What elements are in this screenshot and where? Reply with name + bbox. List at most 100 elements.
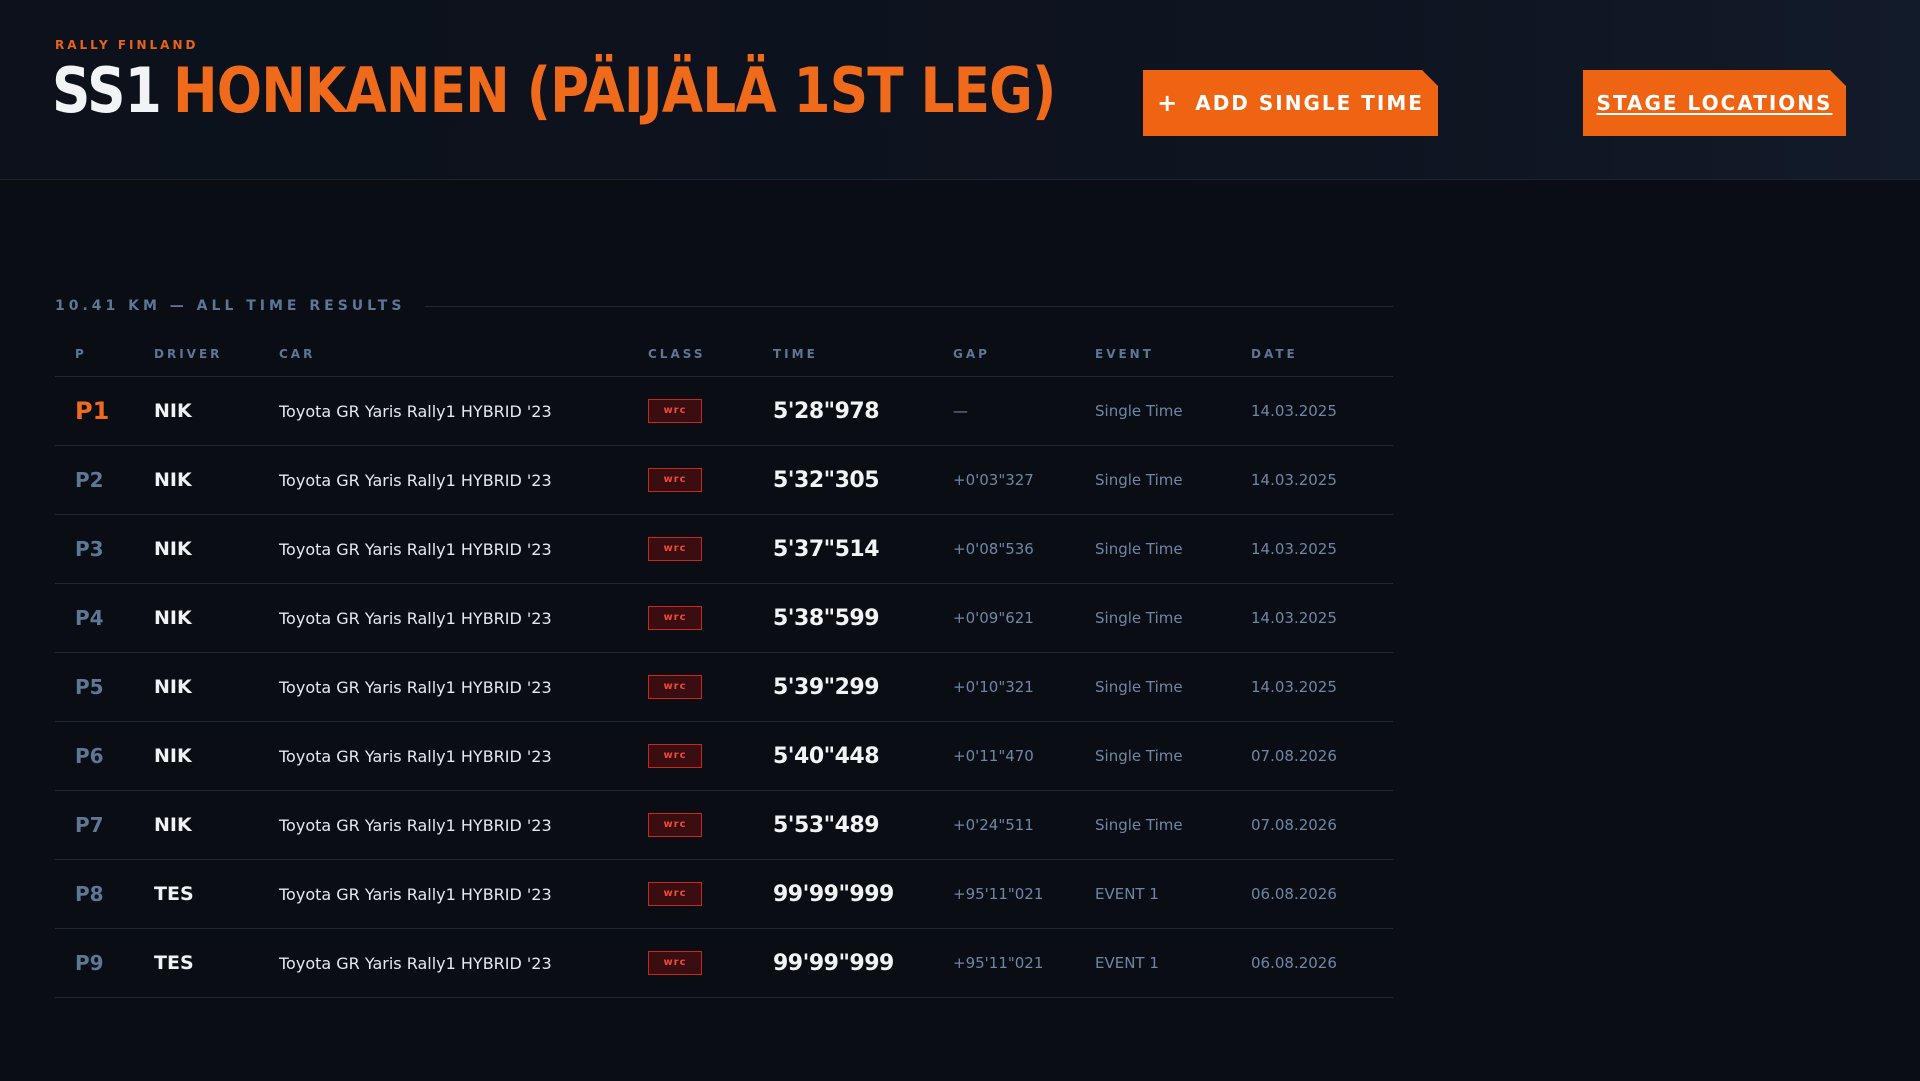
column-header-car: CAR	[279, 347, 316, 361]
date-cell: 06.08.2026	[1251, 885, 1337, 903]
class-cell: wrc	[648, 377, 702, 445]
class-cell: wrc	[648, 653, 702, 721]
car-cell: Toyota GR Yaris Rally1 HYBRID '23	[279, 746, 552, 766]
class-badge: wrc	[648, 951, 702, 975]
car-cell: Toyota GR Yaris Rally1 HYBRID '23	[279, 815, 552, 835]
table-row[interactable]: P7 NIK Toyota GR Yaris Rally1 HYBRID '23…	[55, 791, 1393, 860]
event-cell: Single Time	[1095, 747, 1183, 765]
event-cell: Single Time	[1095, 402, 1183, 420]
driver-cell: NIK	[154, 607, 192, 629]
position-cell: P4	[75, 606, 104, 630]
table-row[interactable]: P4 NIK Toyota GR Yaris Rally1 HYBRID '23…	[55, 584, 1393, 653]
date-cell: 14.03.2025	[1251, 609, 1337, 627]
driver-cell: NIK	[154, 814, 192, 836]
column-header-date: DATE	[1251, 347, 1298, 361]
class-cell: wrc	[648, 584, 702, 652]
date-cell: 14.03.2025	[1251, 678, 1337, 696]
class-badge: wrc	[648, 606, 702, 630]
class-badge: wrc	[648, 744, 702, 768]
table-row[interactable]: P1 NIK Toyota GR Yaris Rally1 HYBRID '23…	[55, 377, 1393, 446]
add-single-time-button[interactable]: + ADD SINGLE TIME	[1143, 70, 1438, 136]
gap-cell: +95'11"021	[953, 954, 1044, 972]
date-cell: 14.03.2025	[1251, 402, 1337, 420]
driver-cell: NIK	[154, 745, 192, 767]
table-row[interactable]: P9 TES Toyota GR Yaris Rally1 HYBRID '23…	[55, 929, 1393, 998]
column-header-time: TIME	[773, 347, 818, 361]
car-cell: Toyota GR Yaris Rally1 HYBRID '23	[279, 401, 552, 421]
position-cell: P8	[75, 882, 104, 906]
time-cell: 5'28"978	[773, 398, 880, 424]
date-cell: 14.03.2025	[1251, 540, 1337, 558]
date-cell: 06.08.2026	[1251, 954, 1337, 972]
event-cell: Single Time	[1095, 609, 1183, 627]
column-header-event: EVENT	[1095, 347, 1154, 361]
class-cell: wrc	[648, 791, 702, 859]
section-label: 10.41 KM — ALL TIME RESULTS	[55, 298, 406, 314]
class-cell: wrc	[648, 515, 702, 583]
table-row[interactable]: P2 NIK Toyota GR Yaris Rally1 HYBRID '23…	[55, 446, 1393, 515]
table-row[interactable]: P6 NIK Toyota GR Yaris Rally1 HYBRID '23…	[55, 722, 1393, 791]
car-cell: Toyota GR Yaris Rally1 HYBRID '23	[279, 539, 552, 559]
position-cell: P7	[75, 813, 104, 837]
event-cell: EVENT 1	[1095, 954, 1159, 972]
driver-cell: TES	[154, 883, 194, 905]
time-cell: 5'38"599	[773, 605, 880, 631]
car-cell: Toyota GR Yaris Rally1 HYBRID '23	[279, 608, 552, 628]
driver-cell: NIK	[154, 469, 192, 491]
class-badge: wrc	[648, 537, 702, 561]
position-cell: P9	[75, 951, 104, 975]
column-header-gap: GAP	[953, 347, 990, 361]
class-badge: wrc	[648, 468, 702, 492]
stage-name: HONKANEN (PÄIJÄLÄ 1ST LEG)	[172, 54, 1056, 127]
time-cell: 5'39"299	[773, 674, 880, 700]
table-row[interactable]: P8 TES Toyota GR Yaris Rally1 HYBRID '23…	[55, 860, 1393, 929]
position-cell: P3	[75, 537, 104, 561]
class-cell: wrc	[648, 929, 702, 997]
time-cell: 5'32"305	[773, 467, 880, 493]
table-header: P DRIVER CAR CLASS TIME GAP EVENT DATE	[55, 336, 1393, 377]
event-cell: EVENT 1	[1095, 885, 1159, 903]
event-cell: Single Time	[1095, 678, 1183, 696]
time-cell: 5'40"448	[773, 743, 880, 769]
add-single-time-label: ADD SINGLE TIME	[1195, 91, 1424, 115]
stage-locations-button[interactable]: STAGE LOCATIONS	[1583, 70, 1846, 136]
column-header-position: P	[75, 347, 87, 361]
section-divider	[425, 305, 1393, 307]
date-cell: 07.08.2026	[1251, 747, 1337, 765]
stage-code: SS1	[52, 54, 162, 127]
table-row[interactable]: P5 NIK Toyota GR Yaris Rally1 HYBRID '23…	[55, 653, 1393, 722]
column-header-class: CLASS	[648, 347, 706, 361]
table-row[interactable]: P3 NIK Toyota GR Yaris Rally1 HYBRID '23…	[55, 515, 1393, 584]
driver-cell: NIK	[154, 400, 192, 422]
time-cell: 5'53"489	[773, 812, 880, 838]
column-header-driver: DRIVER	[154, 347, 223, 361]
gap-cell: +0'11"470	[953, 747, 1034, 765]
plus-icon: +	[1157, 89, 1180, 117]
page-title: SS1 HONKANEN (PÄIJÄLÄ 1ST LEG)	[52, 60, 1056, 122]
time-cell: 99'99"999	[773, 950, 894, 976]
gap-cell: +0'10"321	[953, 678, 1034, 696]
driver-cell: NIK	[154, 538, 192, 560]
class-badge: wrc	[648, 675, 702, 699]
class-badge: wrc	[648, 882, 702, 906]
car-cell: Toyota GR Yaris Rally1 HYBRID '23	[279, 470, 552, 490]
car-cell: Toyota GR Yaris Rally1 HYBRID '23	[279, 953, 552, 973]
gap-cell: +0'03"327	[953, 471, 1034, 489]
class-badge: wrc	[648, 813, 702, 837]
gap-cell: +0'09"621	[953, 609, 1034, 627]
class-badge: wrc	[648, 399, 702, 423]
class-cell: wrc	[648, 446, 702, 514]
car-cell: Toyota GR Yaris Rally1 HYBRID '23	[279, 677, 552, 697]
page-header: RALLY FINLAND SS1 HONKANEN (PÄIJÄLÄ 1ST L…	[0, 0, 1920, 180]
position-cell: P5	[75, 675, 104, 699]
time-cell: 99'99"999	[773, 881, 894, 907]
event-cell: Single Time	[1095, 540, 1183, 558]
event-cell: Single Time	[1095, 471, 1183, 489]
position-cell: P6	[75, 744, 104, 768]
results-table: P DRIVER CAR CLASS TIME GAP EVENT DATE P…	[55, 336, 1393, 998]
class-cell: wrc	[648, 860, 702, 928]
results-section-header: 10.41 KM — ALL TIME RESULTS	[55, 296, 1393, 316]
gap-cell: +0'24"511	[953, 816, 1034, 834]
date-cell: 14.03.2025	[1251, 471, 1337, 489]
date-cell: 07.08.2026	[1251, 816, 1337, 834]
